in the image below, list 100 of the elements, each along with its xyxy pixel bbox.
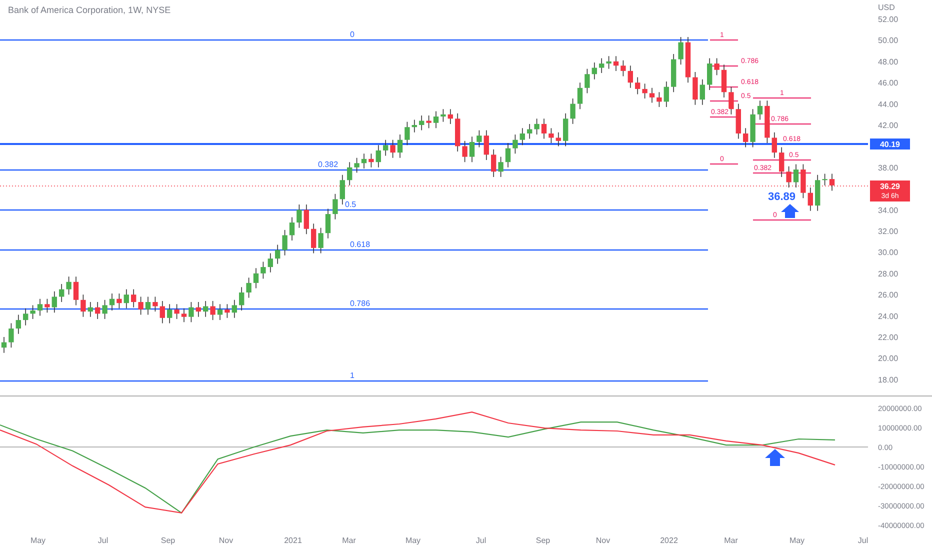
candlestick [188,302,194,323]
time-label: May [405,536,421,545]
last-price-label: 36.29 [880,182,900,191]
price-label: 28.00 [878,269,898,278]
candlestick [102,300,108,320]
candlestick [174,304,180,320]
candlestick [152,296,158,312]
candlestick [412,119,417,133]
candlestick [181,308,187,323]
candlestick [376,144,381,168]
candlestick [800,164,806,199]
candlestick [743,128,748,148]
candlestick [448,108,453,124]
price-label: 50.00 [878,36,898,46]
candlestick [584,68,590,94]
price-annotation: 36.89 [768,191,796,203]
candlestick [426,115,432,129]
candlestick [613,56,619,72]
candlestick [707,58,712,90]
price-label: 48.00 [878,57,898,66]
price-label: 42.00 [878,121,898,130]
candlestick [397,134,403,158]
chart-title: Bank of America Corporation, 1W, NYSE [8,5,171,15]
candlestick [304,204,309,235]
candlestick [822,173,828,186]
candlestick [484,130,489,160]
price-label: 44.00 [878,100,898,109]
fib-level-label: 0.618 [350,240,370,249]
fib-level-label: 0 [350,30,354,39]
candlestick [160,300,165,324]
currency-label: USD [878,3,895,12]
candlestick [318,227,324,254]
candlestick [145,296,151,316]
time-label: Jul [858,536,868,545]
candlestick [246,277,252,298]
price-label: 34.00 [878,206,898,215]
candlestick [534,118,540,135]
candlestick [210,300,216,320]
candlestick [325,208,331,239]
candlestick [599,58,604,74]
candlestick [95,302,100,320]
fib-level-label: 0.382 [318,160,338,169]
time-label: Sep [160,536,176,545]
candlestick [433,110,439,129]
fib-level-label: 1 [350,371,354,380]
candlestick [260,261,266,280]
time-label: 2022 [660,536,678,545]
time-label: Nov [596,536,610,545]
candlestick [548,128,554,144]
candlestick [368,153,374,168]
price-label: 24.00 [878,312,898,321]
fib-level-label: 0.786 [350,299,370,308]
price-label: 22.00 [878,333,898,342]
price-label: 26.00 [878,290,898,300]
candlestick [520,128,525,146]
time-label: 2021 [284,536,302,545]
candlestick [361,153,367,169]
candlestick [440,108,446,122]
price-label: 52.00 [878,15,898,24]
candlestick [786,166,792,188]
candlestick [354,157,360,174]
candlestick [628,65,633,88]
candlestick [196,302,201,318]
candlestick [232,300,237,318]
candlestick [52,291,57,314]
candlestick [419,115,424,131]
time-label: May [789,536,805,545]
candlestick [253,268,259,289]
candlestick [541,118,547,140]
price-label: 18.00 [878,375,898,384]
candlestick [491,148,496,178]
candlestick [37,298,43,316]
candlestick [476,130,482,148]
candlestick [296,204,302,228]
candlestick [340,174,345,205]
candlestick [714,58,720,76]
candlestick [808,187,813,212]
candlestick [167,304,172,324]
candlestick [469,136,475,162]
candlestick [124,288,129,309]
level-price-label: 40.19 [880,140,900,149]
candlestick [275,244,280,264]
candlestick [390,139,396,158]
candlestick [347,162,352,186]
time-label: Mar [724,536,738,545]
candlestick [66,276,72,295]
candlestick [16,314,21,334]
candlestick [772,132,777,158]
candlestick [332,194,338,220]
candlestick [217,304,223,320]
candlestick [779,146,784,178]
candlestick [512,134,518,154]
candlestick [404,121,410,146]
candlestick [656,92,662,108]
candlestick [289,216,295,241]
candlestick [116,293,122,309]
candlestick [73,276,79,306]
candlestick [606,56,612,70]
candlestick [793,164,799,188]
candlestick [563,112,568,147]
